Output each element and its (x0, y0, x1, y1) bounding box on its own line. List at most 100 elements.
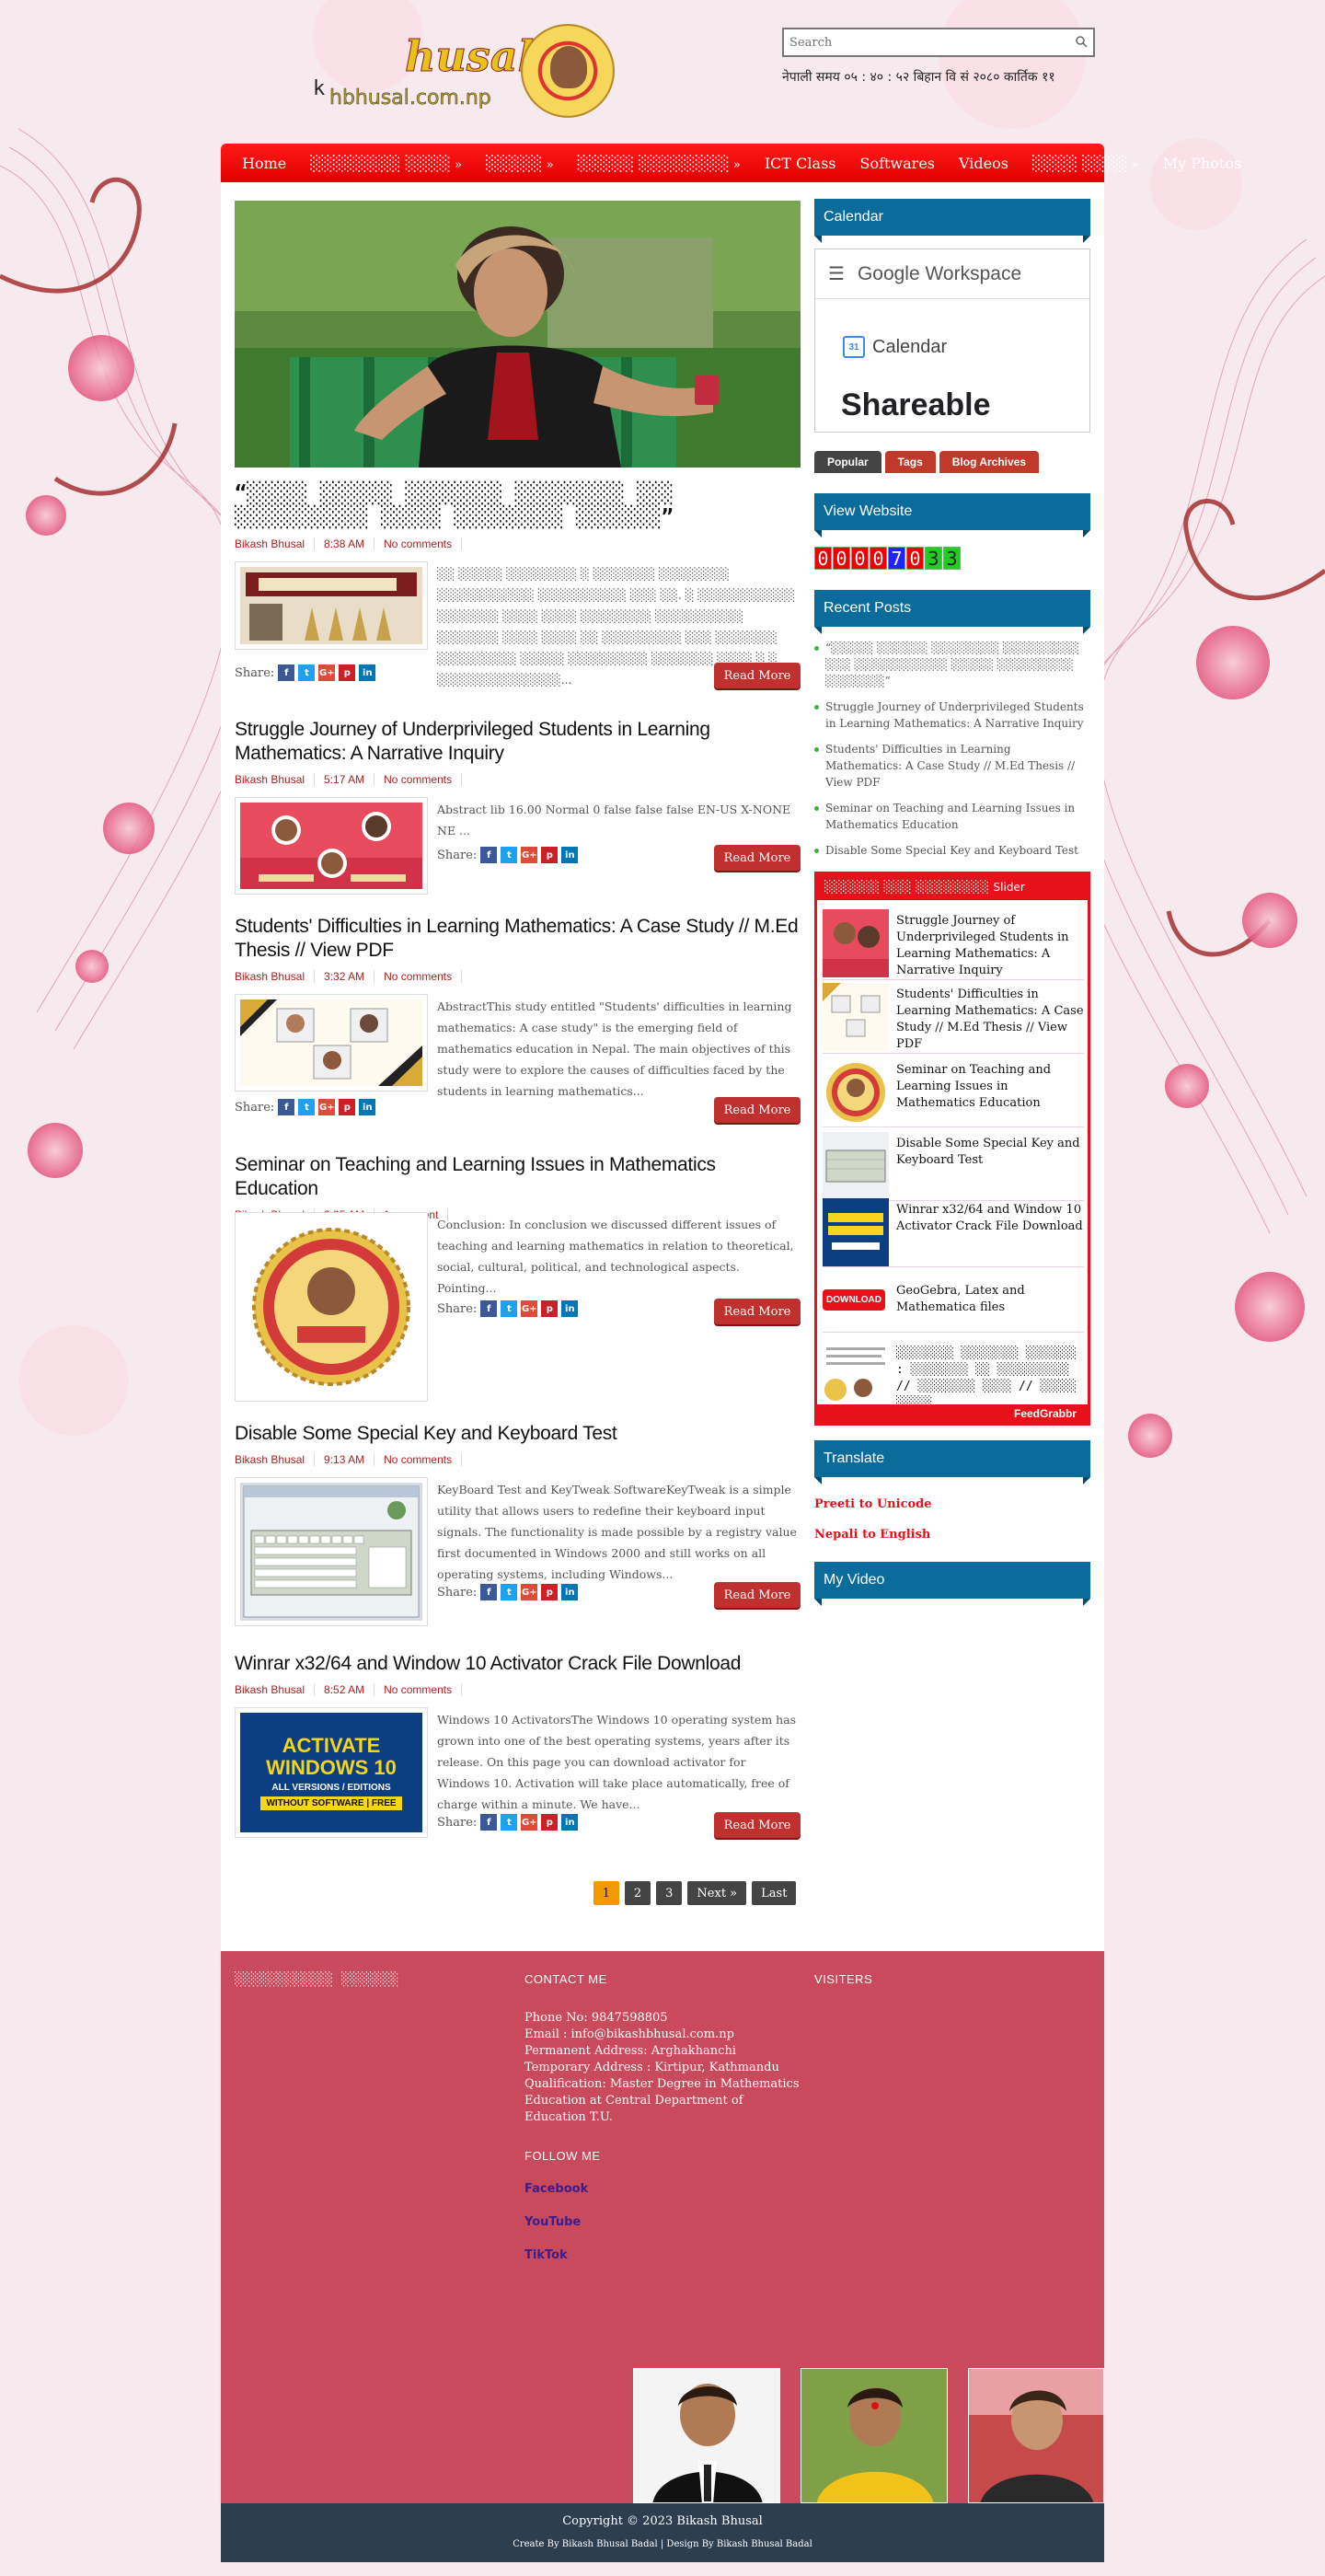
slider-item[interactable]: ░░░░░░░░ ░░░░░░░░ ░░░░░░░ : ░░░░░░░░ ░░ … (823, 1342, 1084, 1412)
recent-post-link[interactable]: Disable Some Special Key and Keyboard Te… (814, 842, 1090, 859)
recent-post-link[interactable]: Struggle Journey of Underprivileged Stud… (814, 699, 1090, 732)
tab-blog-archives[interactable]: Blog Archives (939, 451, 1040, 473)
slider-item-title[interactable]: GeoGebra, Latex and Mathematica files (896, 1272, 1084, 1332)
post-thumbnail[interactable] (235, 561, 428, 650)
post-thumbnail[interactable] (235, 994, 428, 1092)
pinterest-icon[interactable]: p (541, 1300, 559, 1317)
page-2[interactable]: 2 (624, 1881, 651, 1905)
slider-item[interactable]: Seminar on Teaching and Learning Issues … (823, 1058, 1084, 1127)
tab-popular[interactable]: Popular (814, 451, 881, 473)
slider-item-title[interactable]: Struggle Journey of Underprivileged Stud… (896, 909, 1084, 979)
post-title[interactable]: Seminar on Teaching and Learning Issues … (235, 1153, 801, 1201)
nepali-to-english-link[interactable]: Nepali to English (814, 1528, 1090, 1542)
page-3[interactable]: 3 (656, 1881, 683, 1905)
site-logo[interactable]: k husal hbhusal.com.np (313, 24, 626, 125)
search-icon[interactable] (1075, 35, 1088, 48)
slider-item-title[interactable]: Winrar x32/64 and Window 10 Activator Cr… (896, 1198, 1084, 1266)
recent-post-link[interactable]: Students' Difficulties in Learning Mathe… (814, 741, 1090, 791)
post-author[interactable]: Bikash Bhusal (235, 970, 316, 983)
google-plus-icon[interactable]: G+ (318, 664, 336, 681)
read-more-button[interactable]: Read More (714, 1299, 801, 1324)
post-thumbnail[interactable]: ACTIVATE WINDOWS 10 ALL VERSIONS / EDITI… (235, 1707, 428, 1838)
post-title[interactable]: Struggle Journey of Underprivileged Stud… (235, 718, 801, 766)
page-1[interactable]: 1 (593, 1881, 619, 1905)
facebook-link[interactable]: Facebook (524, 2181, 801, 2198)
pinterest-icon[interactable]: p (541, 1814, 559, 1831)
search-input[interactable] (784, 29, 1060, 55)
post-comments[interactable]: No comments (384, 1683, 463, 1696)
slider-item[interactable]: Disable Some Special Key and Keyboard Te… (823, 1132, 1084, 1201)
google-plus-icon[interactable]: G+ (521, 1300, 538, 1317)
post-comments[interactable]: No comments (384, 773, 463, 786)
pinterest-icon[interactable]: p (541, 1584, 559, 1600)
linkedin-icon[interactable]: in (561, 1300, 579, 1317)
post-author[interactable]: Bikash Bhusal (235, 537, 316, 550)
slider-item-title[interactable]: Disable Some Special Key and Keyboard Te… (896, 1132, 1084, 1200)
recent-post-link[interactable]: “░░░░░ ░░░░░░ ░░░░░░░░ ░░░░░░░░░ ░░░ ░░░… (814, 640, 1090, 689)
twitter-icon[interactable]: t (501, 847, 518, 863)
post-comments[interactable]: No comments (384, 537, 463, 550)
facebook-icon[interactable]: f (278, 1099, 295, 1115)
recent-post-link[interactable]: Seminar on Teaching and Learning Issues … (814, 800, 1090, 833)
read-more-button[interactable]: Read More (714, 1097, 801, 1123)
tab-tags[interactable]: Tags (884, 451, 936, 473)
facebook-icon[interactable]: f (480, 1300, 498, 1317)
pinterest-icon[interactable]: p (541, 847, 559, 863)
post-time[interactable]: 9:13 AM (324, 1453, 375, 1466)
menu-icon[interactable]: ☰ (828, 262, 845, 285)
linkedin-icon[interactable]: in (359, 1099, 376, 1115)
slider-item-title[interactable]: ░░░░░░░░ ░░░░░░░░ ░░░░░░░ : ░░░░░░░░ ░░ … (896, 1342, 1084, 1412)
footer-photo[interactable] (801, 2368, 948, 2503)
facebook-icon[interactable]: f (480, 847, 498, 863)
youtube-link[interactable]: YouTube (524, 2214, 801, 2231)
feedgrabbr-credit[interactable]: FeedGrabbr (817, 1404, 1088, 1423)
pinterest-icon[interactable]: p (339, 1099, 356, 1115)
footer-photo[interactable] (968, 2368, 1104, 2503)
post-comments[interactable]: No comments (384, 970, 463, 983)
post-time[interactable]: 3:32 AM (324, 970, 375, 983)
post-title[interactable]: “░░░░░ ░░░░░░ ░░░░░░░░ ░░░░░░░░░ ░░░ ░░░… (235, 482, 801, 530)
slider-item-title[interactable]: Seminar on Teaching and Learning Issues … (896, 1058, 1084, 1126)
post-author[interactable]: Bikash Bhusal (235, 773, 316, 786)
post-title[interactable]: Disable Some Special Key and Keyboard Te… (235, 1422, 801, 1446)
linkedin-icon[interactable]: in (561, 847, 579, 863)
twitter-icon[interactable]: t (298, 664, 316, 681)
google-plus-icon[interactable]: G+ (521, 1584, 538, 1600)
nav-ict-class[interactable]: ICT Class (753, 155, 848, 172)
post-thumbnail[interactable] (235, 1212, 428, 1402)
nav-item-8[interactable]: ░░░░ ░░░░ (1020, 155, 1151, 172)
last-page-button[interactable]: Last (752, 1881, 797, 1905)
post-title[interactable]: Winrar x32/64 and Window 10 Activator Cr… (235, 1652, 801, 1676)
linkedin-icon[interactable]: in (359, 664, 376, 681)
facebook-icon[interactable]: f (480, 1814, 498, 1831)
twitter-icon[interactable]: t (501, 1300, 518, 1317)
read-more-button[interactable]: Read More (714, 1812, 801, 1838)
twitter-icon[interactable]: t (501, 1814, 518, 1831)
tiktok-link[interactable]: TikTok (524, 2247, 801, 2264)
google-plus-icon[interactable]: G+ (521, 1814, 538, 1831)
google-plus-icon[interactable]: G+ (521, 847, 538, 863)
nav-item-4[interactable]: ░░░░░ ░░░░░░░░ (566, 155, 753, 172)
slider-item-title[interactable]: Students' Difficulties in Learning Mathe… (896, 983, 1084, 1053)
facebook-icon[interactable]: f (480, 1584, 498, 1600)
read-more-button[interactable]: Read More (714, 663, 801, 688)
post-time[interactable]: 8:38 AM (324, 537, 375, 550)
featured-image[interactable] (235, 201, 801, 468)
post-thumbnail[interactable] (235, 1477, 428, 1626)
next-page-button[interactable]: Next » (687, 1881, 747, 1905)
slider-item[interactable]: Students' Difficulties in Learning Mathe… (823, 983, 1084, 1054)
slider-item[interactable]: Struggle Journey of Underprivileged Stud… (823, 909, 1084, 980)
post-time[interactable]: 5:17 AM (324, 773, 375, 786)
post-author[interactable]: Bikash Bhusal (235, 1453, 316, 1466)
twitter-icon[interactable]: t (501, 1584, 518, 1600)
nav-item-2[interactable]: ░░░░░░░░ ░░░░ (298, 155, 474, 172)
google-plus-icon[interactable]: G+ (318, 1099, 336, 1115)
post-comments[interactable]: No comments (384, 1453, 463, 1466)
post-title[interactable]: Students' Difficulties in Learning Mathe… (235, 915, 801, 963)
google-calendar-widget[interactable]: ☰ Google Workspace 31 Calendar Shareable (814, 248, 1090, 433)
nav-home[interactable]: Home (230, 155, 298, 172)
post-thumbnail[interactable] (235, 797, 428, 895)
nav-softwares[interactable]: Softwares (847, 155, 947, 172)
nav-my-photos[interactable]: My Photos (1151, 155, 1253, 172)
preeti-to-unicode-link[interactable]: Preeti to Unicode (814, 1497, 1090, 1511)
